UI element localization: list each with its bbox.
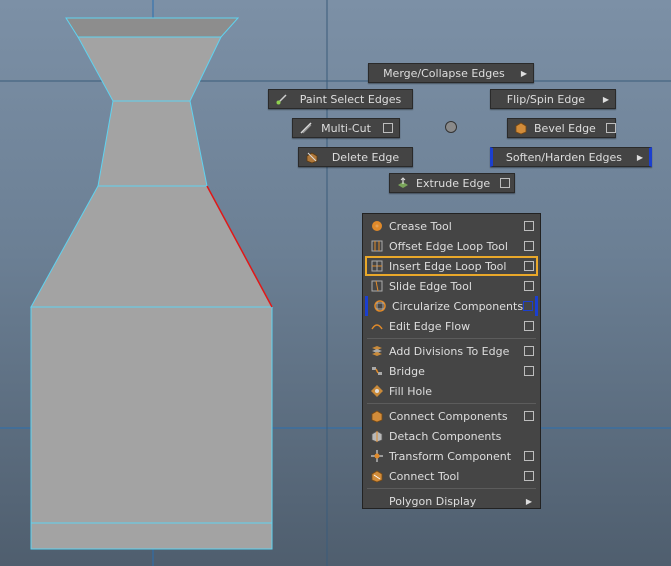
menu-item-transform-component[interactable]: Transform Component: [365, 446, 538, 466]
connect-tool-icon: [371, 470, 383, 483]
crease-tool-icon: [372, 221, 382, 231]
menu-item-detach-components[interactable]: Detach Components: [365, 426, 538, 446]
menu-item-label: Slide Edge Tool: [389, 279, 472, 293]
edge-context-menu: Crease Tool Offset Edge Loop Tool Insert…: [362, 213, 541, 509]
flip-spin-label: Flip/Spin Edge: [506, 92, 586, 106]
circularize-icon: [374, 300, 386, 312]
menu-item-label: Connect Components: [389, 409, 508, 423]
menu-item-edit-edge-flow[interactable]: Edit Edge Flow: [365, 316, 538, 336]
connect-tool-option-box[interactable]: [524, 471, 534, 481]
menu-item-crease-tool[interactable]: Crease Tool: [365, 216, 538, 236]
menu-item-offset-edge-loop-tool[interactable]: Offset Edge Loop Tool: [365, 236, 538, 256]
submenu-arrow-icon: ▶: [636, 152, 643, 162]
slide-edge-icon: [371, 280, 383, 292]
edit-edge-flow-icon: [371, 324, 383, 330]
menu-item-fill-hole[interactable]: Fill Hole: [365, 381, 538, 401]
paint-select-label: Paint Select Edges: [299, 92, 402, 106]
menu-item-label: Circularize Components: [392, 299, 524, 313]
menu-item-bridge[interactable]: Bridge: [365, 361, 538, 381]
connect-components-icon: [371, 410, 383, 423]
menu-item-label: Crease Tool: [389, 219, 452, 233]
extrude-edge-label: Extrude Edge: [416, 176, 491, 190]
offset-edge-loop-icon: [371, 240, 383, 252]
insert-edge-loop-option-box[interactable]: [524, 261, 534, 271]
bevel-icon: [515, 122, 527, 135]
menu-item-label: Detach Components: [389, 429, 502, 443]
menu-item-label: Add Divisions To Edge: [389, 344, 510, 358]
menu-item-label: Polygon Display: [389, 494, 477, 508]
submenu-arrow-icon: ▶: [602, 94, 609, 104]
menu-separator: [367, 488, 536, 489]
transform-component-option-box[interactable]: [524, 451, 534, 461]
menu-item-label: Edit Edge Flow: [389, 319, 471, 333]
delete-edge-icon: [306, 152, 318, 164]
soften-harden-edges-button[interactable]: Soften/Harden Edges ▶: [490, 147, 652, 167]
paint-select-edges-button[interactable]: Paint Select Edges: [268, 89, 413, 109]
submenu-arrow-icon: ▶: [525, 496, 532, 506]
add-divisions-option-box[interactable]: [524, 346, 534, 356]
menu-item-label: Connect Tool: [389, 469, 460, 483]
menu-item-label: Insert Edge Loop Tool: [389, 259, 507, 273]
multi-cut-button[interactable]: Multi-Cut: [292, 118, 400, 138]
flip-spin-edge-button[interactable]: Flip/Spin Edge ▶: [490, 89, 616, 109]
extrude-option-box[interactable]: [500, 178, 511, 188]
bevel-option-box[interactable]: [605, 123, 616, 133]
edit-edge-flow-option-box[interactable]: [524, 321, 534, 331]
menu-item-icon-spacer: [370, 494, 384, 508]
delete-edge-label: Delete Edge: [331, 150, 400, 164]
extrude-edge-icon: [398, 177, 408, 188]
bridge-option-box[interactable]: [524, 366, 534, 376]
menu-item-polygon-display[interactable]: Polygon Display ▶: [365, 491, 538, 511]
detach-components-icon: [371, 430, 383, 443]
menu-item-circularize-components[interactable]: Circularize Components: [365, 296, 538, 316]
vase-mesh: [30, 17, 273, 550]
menu-item-insert-edge-loop-tool[interactable]: Insert Edge Loop Tool: [365, 256, 538, 276]
connect-components-option-box[interactable]: [524, 411, 534, 421]
crease-tool-option-box[interactable]: [524, 221, 534, 231]
add-divisions-icon: [372, 346, 382, 356]
bevel-edge-button[interactable]: Bevel Edge: [507, 118, 616, 138]
menu-item-label: Fill Hole: [389, 384, 433, 398]
menu-item-label: Offset Edge Loop Tool: [389, 239, 508, 253]
bevel-edge-label: Bevel Edge: [534, 121, 596, 135]
multi-cut-option-box[interactable]: [383, 123, 393, 133]
paint-select-icon: [276, 94, 287, 105]
transform-component-icon: [371, 450, 383, 462]
fill-hole-icon: [371, 385, 383, 397]
menu-separator: [367, 403, 536, 404]
insert-edge-loop-icon: [371, 260, 383, 272]
delete-edge-button[interactable]: Delete Edge: [298, 147, 413, 167]
bridge-icon: [372, 367, 382, 375]
menu-item-connect-tool[interactable]: Connect Tool: [365, 466, 538, 486]
menu-item-connect-components[interactable]: Connect Components: [365, 406, 538, 426]
viewport-scene: [0, 0, 671, 566]
menu-item-add-divisions-to-edge[interactable]: Add Divisions To Edge: [365, 341, 538, 361]
menu-separator: [367, 338, 536, 339]
submenu-arrow-icon: ▶: [520, 68, 527, 78]
extrude-edge-button[interactable]: Extrude Edge: [389, 173, 515, 193]
marking-menu-center: [445, 121, 457, 133]
offset-edge-loop-option-box[interactable]: [524, 241, 534, 251]
merge-collapse-edges-button[interactable]: Merge/Collapse Edges ▶: [368, 63, 534, 83]
3d-viewport[interactable]: [0, 0, 671, 566]
slide-edge-option-box[interactable]: [524, 281, 534, 291]
menu-item-slide-edge-tool[interactable]: Slide Edge Tool: [365, 276, 538, 296]
menu-item-label: Bridge: [389, 364, 425, 378]
merge-collapse-label: Merge/Collapse Edges: [383, 66, 505, 80]
soften-harden-label: Soften/Harden Edges: [505, 150, 622, 164]
menu-item-label: Transform Component: [389, 449, 512, 463]
multi-cut-icon: [300, 122, 312, 134]
multi-cut-label: Multi-Cut: [321, 121, 371, 135]
circularize-option-box[interactable]: [523, 301, 534, 311]
